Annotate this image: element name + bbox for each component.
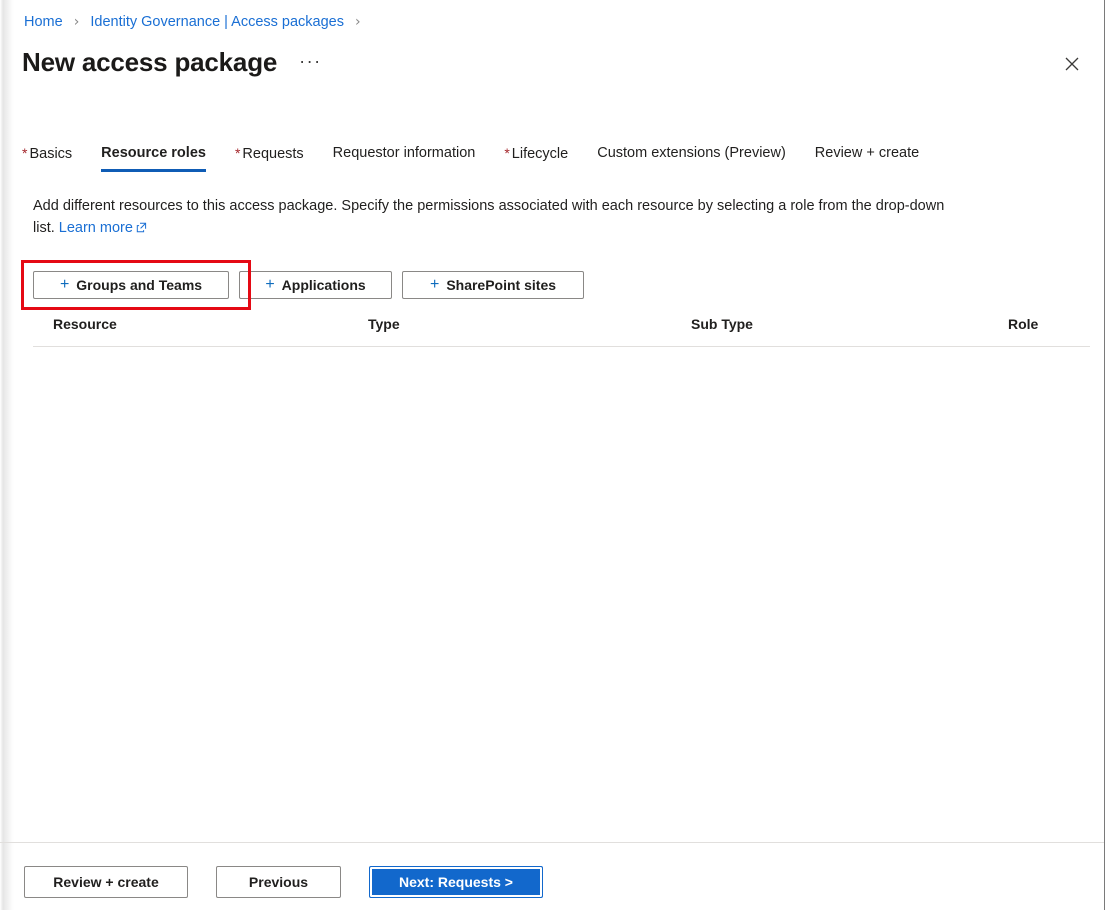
section-description: Add different resources to this access p…: [33, 195, 958, 239]
breadcrumb-item-home[interactable]: Home: [24, 14, 63, 30]
tab-lifecycle-label: Lifecycle: [511, 146, 569, 162]
tab-resource-roles-label: Resource roles: [101, 145, 206, 161]
footer-divider: [0, 842, 1104, 843]
next-requests-button[interactable]: Next: Requests >: [369, 866, 543, 898]
title-row: New access package ···: [22, 45, 322, 79]
blade-right-border: [1104, 0, 1105, 910]
wizard-tablist: * Basics Resource roles * Requests Request…: [22, 144, 948, 178]
external-link-icon: [136, 218, 147, 240]
table-header-divider: [33, 346, 1090, 347]
required-indicator: *: [504, 145, 510, 161]
close-button[interactable]: [1056, 48, 1088, 80]
plus-icon: +: [59, 276, 70, 293]
breadcrumb-chevron-icon: ›: [73, 14, 80, 30]
learn-more-link[interactable]: Learn more: [59, 220, 133, 236]
add-sharepoint-sites-label: SharePoint sites: [446, 277, 557, 293]
breadcrumb-chevron-icon-2: ›: [355, 14, 361, 30]
tab-requestor-information[interactable]: Requestor information: [333, 144, 476, 172]
tab-requests-label: Requests: [242, 146, 304, 162]
tab-review-create[interactable]: Review + create: [815, 144, 919, 172]
more-options-icon[interactable]: ···: [299, 52, 321, 70]
add-applications-label: Applications: [281, 277, 366, 293]
column-header-role: Role: [1008, 316, 1039, 332]
column-header-resource: Resource: [53, 316, 117, 332]
next-requests-label: Next: Requests >: [399, 874, 513, 890]
required-indicator: *: [22, 145, 28, 161]
tab-custom-extensions[interactable]: Custom extensions (Preview): [597, 144, 786, 172]
tab-requestor-information-label: Requestor information: [332, 145, 476, 161]
review-create-button[interactable]: Review + create: [24, 866, 188, 898]
blade-right-gutter: [1105, 0, 1110, 910]
review-create-label: Review + create: [53, 874, 159, 890]
plus-icon: +: [265, 276, 275, 293]
tab-selected-underline: [101, 169, 206, 172]
column-header-sub-type: Sub Type: [691, 316, 753, 332]
resources-table-header: Resource Type Sub Type Role: [33, 316, 1090, 343]
required-indicator: *: [234, 145, 241, 161]
add-applications-button[interactable]: + Applications: [239, 271, 392, 299]
close-icon: [1065, 57, 1079, 71]
wizard-footer: Review + create Previous Next: Requests …: [24, 866, 543, 898]
breadcrumb-item-identity-governance[interactable]: Identity Governance | Access packages: [90, 14, 344, 30]
blade-left-shadow: [0, 0, 14, 910]
add-sharepoint-sites-button[interactable]: + SharePoint sites: [402, 271, 584, 299]
tab-basics-label: Basics: [29, 146, 73, 162]
previous-button[interactable]: Previous: [216, 866, 341, 898]
tab-custom-extensions-label: Custom extensions (Preview): [597, 145, 786, 161]
column-header-type: Type: [368, 316, 400, 332]
breadcrumb: Home › Identity Governance | Access pack…: [24, 13, 368, 31]
plus-icon: +: [429, 276, 440, 293]
tab-basics[interactable]: * Basics: [22, 144, 72, 173]
tab-requests[interactable]: * Requests: [235, 144, 304, 173]
tab-lifecycle[interactable]: * Lifecycle: [504, 144, 568, 173]
description-text: Add different resources to this access p…: [33, 198, 945, 236]
azure-portal-blade: Home › Identity Governance | Access pack…: [0, 0, 1110, 910]
page-title: New access package: [22, 47, 278, 77]
previous-label: Previous: [248, 874, 309, 890]
add-groups-and-teams-label: Groups and Teams: [76, 277, 203, 293]
tab-review-create-label: Review + create: [814, 145, 920, 161]
add-resource-toolbar: + Groups and Teams + Applications + Shar…: [33, 271, 584, 299]
tab-resource-roles[interactable]: Resource roles: [101, 144, 206, 172]
add-groups-and-teams-button[interactable]: + Groups and Teams: [33, 271, 229, 299]
